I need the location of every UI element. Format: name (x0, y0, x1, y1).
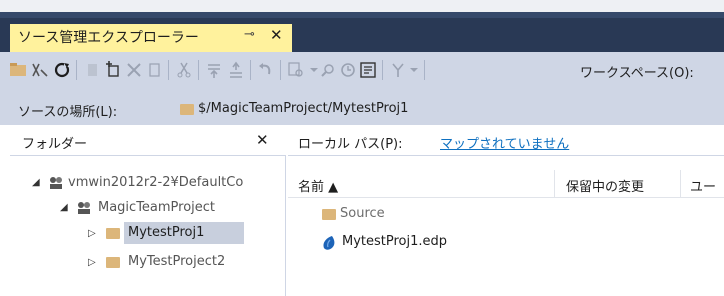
column-separator[interactable] (554, 170, 555, 198)
pin-icon[interactable]: ⊸ (244, 27, 255, 42)
tab-close-icon[interactable]: ✕ (270, 26, 283, 44)
local-path-label: ローカル パス(P): (298, 137, 403, 152)
file-row-source[interactable]: Source (340, 206, 385, 221)
edp-file-icon (323, 236, 335, 250)
new-file-icon[interactable] (82, 60, 102, 80)
close-icon[interactable]: ✕ (256, 131, 269, 149)
check-out-icon[interactable] (226, 60, 246, 80)
folder-icon (322, 209, 336, 220)
tree-item-mytestproj1[interactable]: MytestProj1 (128, 225, 204, 240)
toolbar-separator (250, 60, 251, 80)
add-items-icon[interactable] (102, 60, 122, 80)
refresh-icon[interactable] (52, 60, 72, 80)
column-separator[interactable] (680, 170, 681, 198)
server-icon (50, 177, 62, 189)
collapse-arrow-icon[interactable]: ◢ (32, 177, 40, 188)
folder-icon (180, 104, 194, 115)
workspace-label: ワークスペース(O): (580, 66, 694, 81)
column-user[interactable]: ユー (690, 176, 716, 195)
properties-icon[interactable] (358, 60, 378, 80)
history-icon[interactable] (338, 60, 358, 80)
folder-open-icon[interactable] (8, 60, 28, 80)
search-icon[interactable] (318, 60, 338, 80)
find-icon[interactable] (286, 60, 306, 80)
tree-item-team-project[interactable]: MagicTeamProject (98, 200, 215, 215)
tree-item-server[interactable]: vmwin2012r2-2¥DefaultCo (68, 175, 278, 190)
team-project-icon (78, 202, 90, 214)
toolbar-separator (424, 60, 425, 80)
folders-title: フォルダー (22, 137, 88, 152)
window-top-strip (0, 0, 724, 12)
tab-title: ソース管理エクスプローラー (18, 30, 199, 46)
dropdown-arrow-icon[interactable] (404, 60, 424, 80)
column-header (288, 170, 724, 198)
cut-icon[interactable] (174, 60, 194, 80)
column-pending-changes[interactable]: 保留中の変更 (566, 176, 644, 195)
local-path-link[interactable]: マップされていません (440, 133, 569, 152)
folder-icon (106, 228, 120, 239)
source-location-path[interactable]: $/MagicTeamProject/MytestProj1 (198, 101, 408, 116)
source-location-label: ソースの場所(L): (18, 105, 118, 120)
toolbar-separator (76, 60, 77, 80)
column-name[interactable]: 名前 ▲ (298, 176, 338, 195)
blank-icon[interactable] (144, 60, 164, 80)
folder-icon (106, 257, 120, 268)
toolbar-separator (382, 60, 383, 80)
expand-arrow-icon[interactable]: ▷ (88, 257, 96, 268)
toolbar-separator (168, 60, 169, 80)
undo-icon[interactable] (256, 60, 276, 80)
collapse-arrow-icon[interactable]: ◢ (60, 202, 68, 213)
tree-item-mytestproject2[interactable]: MyTestProject2 (128, 254, 225, 269)
delete-icon[interactable] (124, 60, 144, 80)
toolbar-separator (198, 60, 199, 80)
toolbar-separator (280, 60, 281, 80)
file-row-edp[interactable]: MytestProj1.edp (342, 234, 447, 249)
compare-icon[interactable] (30, 60, 50, 80)
expand-arrow-icon[interactable]: ▷ (88, 228, 96, 239)
check-in-icon[interactable] (204, 60, 224, 80)
